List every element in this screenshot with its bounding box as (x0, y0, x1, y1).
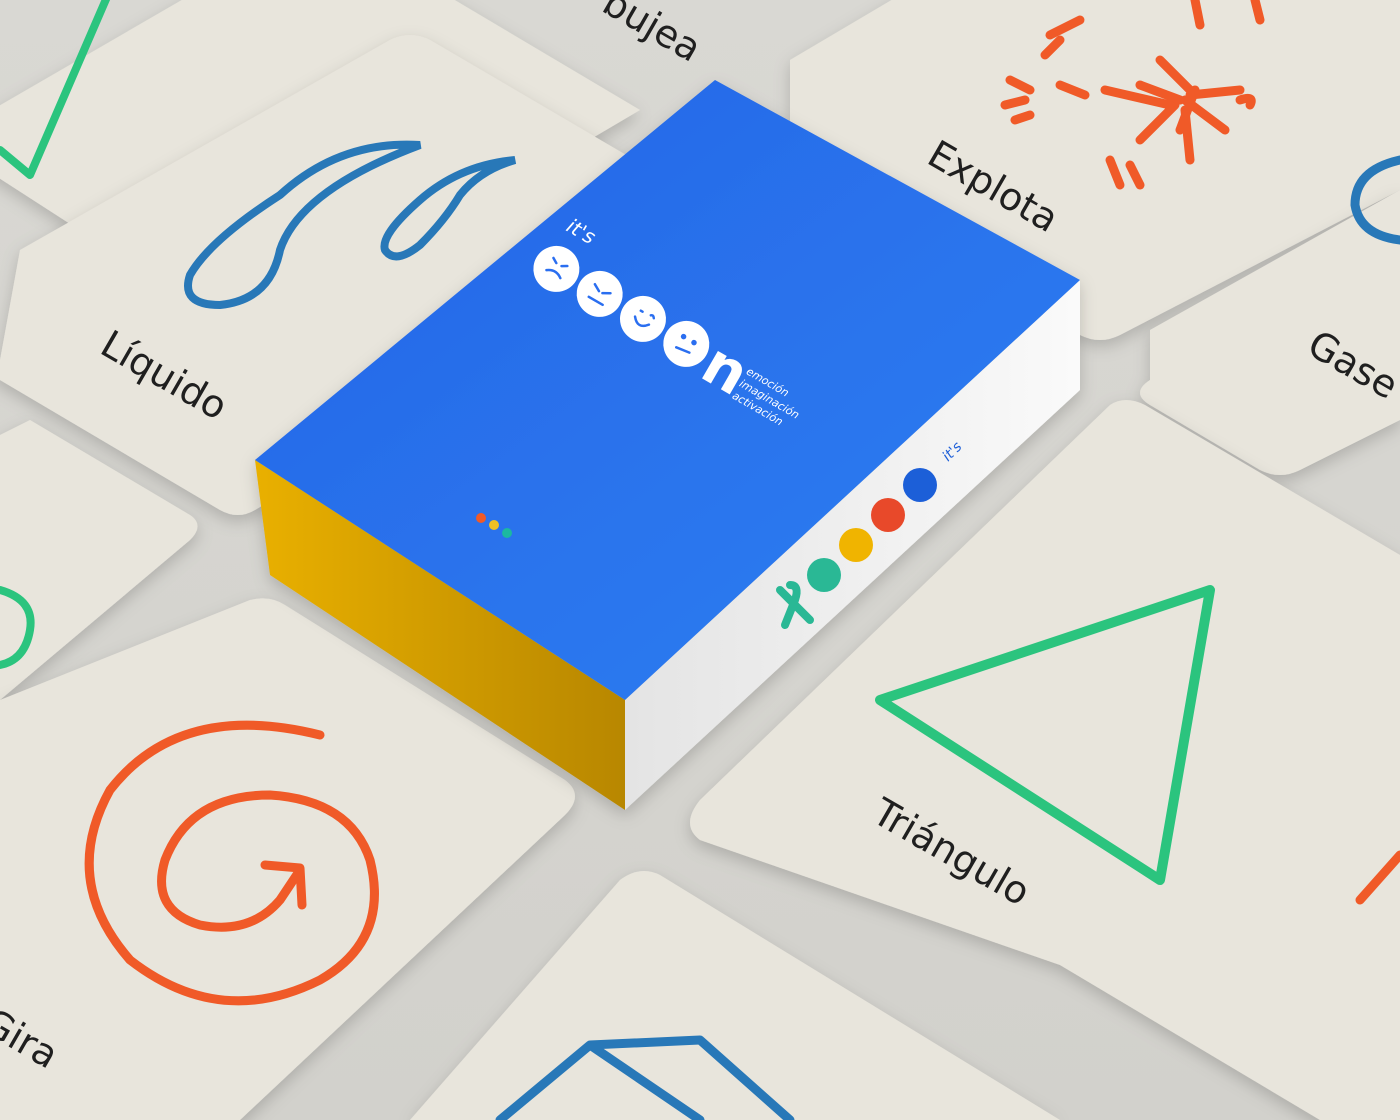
side-face-green (807, 558, 841, 592)
card-table-illustration: bujea Líquido Explota Gase Gira Triángul… (0, 0, 1400, 1120)
dot-red (476, 513, 486, 523)
side-face-red (871, 498, 905, 532)
dot-yellow (489, 520, 499, 530)
product-photo-scene: bujea Líquido Explota Gase Gira Triángul… (0, 0, 1400, 1120)
card-label-bujea: bujea (596, 0, 709, 71)
side-face-yellow (839, 528, 873, 562)
side-face-blue (903, 468, 937, 502)
dot-teal (502, 528, 512, 538)
